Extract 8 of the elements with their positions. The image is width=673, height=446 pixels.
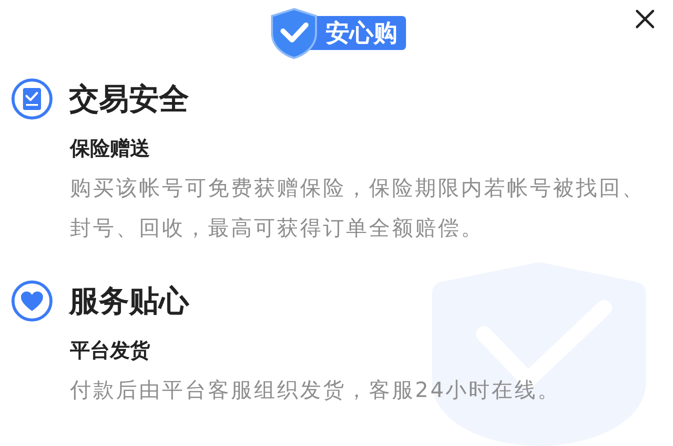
section-subtitle: 保险赠送 (70, 135, 151, 162)
section-title: 交易安全 (69, 80, 189, 118)
section-title: 服务贴心 (69, 282, 189, 320)
checklist-icon (11, 78, 53, 120)
section-description: 购买该帐号可免费获赠保险，保险期限内若帐号被找回、封号、回收，最高可获得订单全额赔偿。 (70, 175, 646, 242)
section-description: 付款后由平台客服组织发货，客服24小时在线。 (70, 377, 562, 404)
section-subtitle: 平台发货 (70, 337, 151, 364)
close-icon[interactable] (635, 9, 655, 29)
